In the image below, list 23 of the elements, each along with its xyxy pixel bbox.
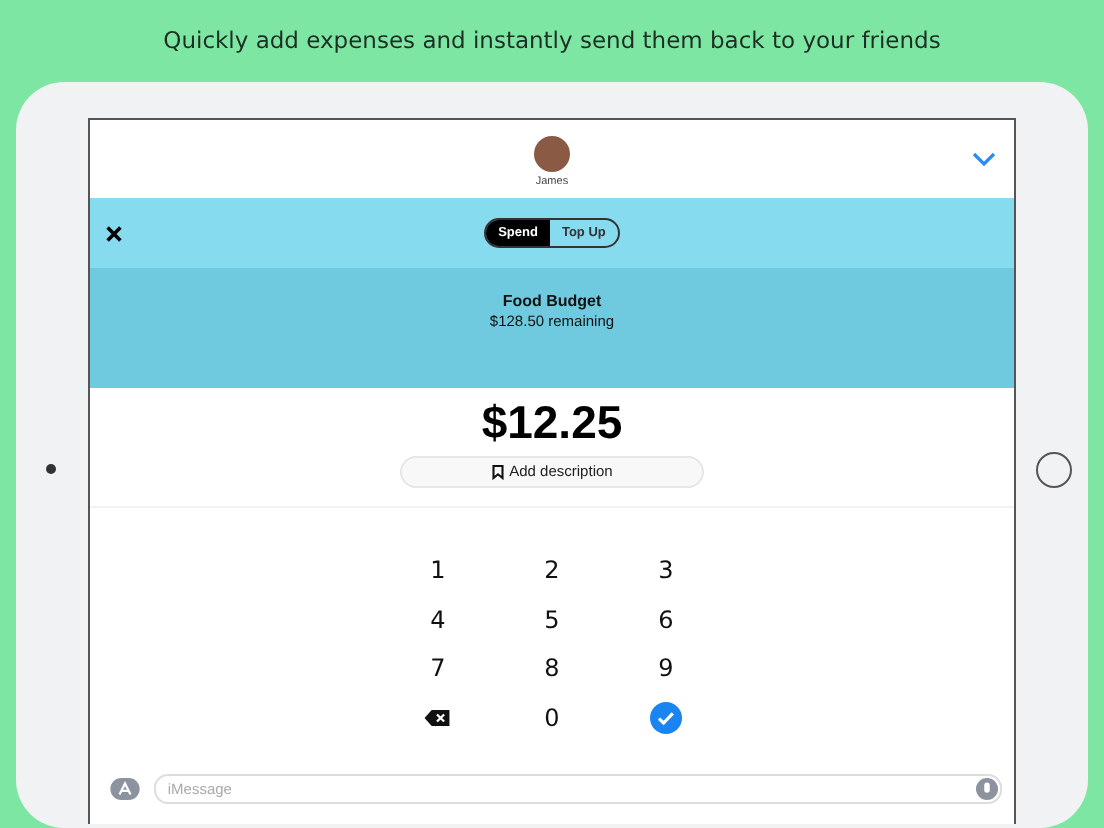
budget-title: Food Budget (500, 291, 604, 310)
keypad-key[interactable]: 2 (536, 556, 568, 585)
keypad-key[interactable]: 5 (536, 605, 568, 634)
microphone-icon[interactable] (976, 778, 999, 801)
avatar (533, 136, 570, 173)
keypad-key[interactable]: 7 (422, 654, 454, 683)
amount: $12.25 (481, 395, 623, 450)
checkmark-icon[interactable] (649, 701, 682, 734)
bookmark-icon (491, 463, 504, 480)
keypad-key[interactable]: 6 (650, 605, 682, 634)
keypad-key[interactable]: 1 (422, 556, 454, 585)
keypad-key[interactable]: 0 (536, 703, 568, 732)
headline: Quickly add expenses and instantly send them back to your friends (163, 24, 941, 58)
chevron-down-icon[interactable] (972, 151, 997, 168)
keypad-key[interactable]: 9 (650, 654, 682, 683)
home-button[interactable] (1036, 451, 1073, 488)
backspace-icon[interactable] (424, 709, 451, 726)
keypad-key[interactable]: 8 (536, 654, 568, 683)
keypad-key[interactable]: 3 (650, 556, 682, 585)
app-store-icon[interactable] (109, 778, 140, 801)
close-icon[interactable] (105, 225, 122, 242)
camera-icon (46, 464, 57, 475)
keypad-key[interactable]: 4 (422, 605, 454, 634)
